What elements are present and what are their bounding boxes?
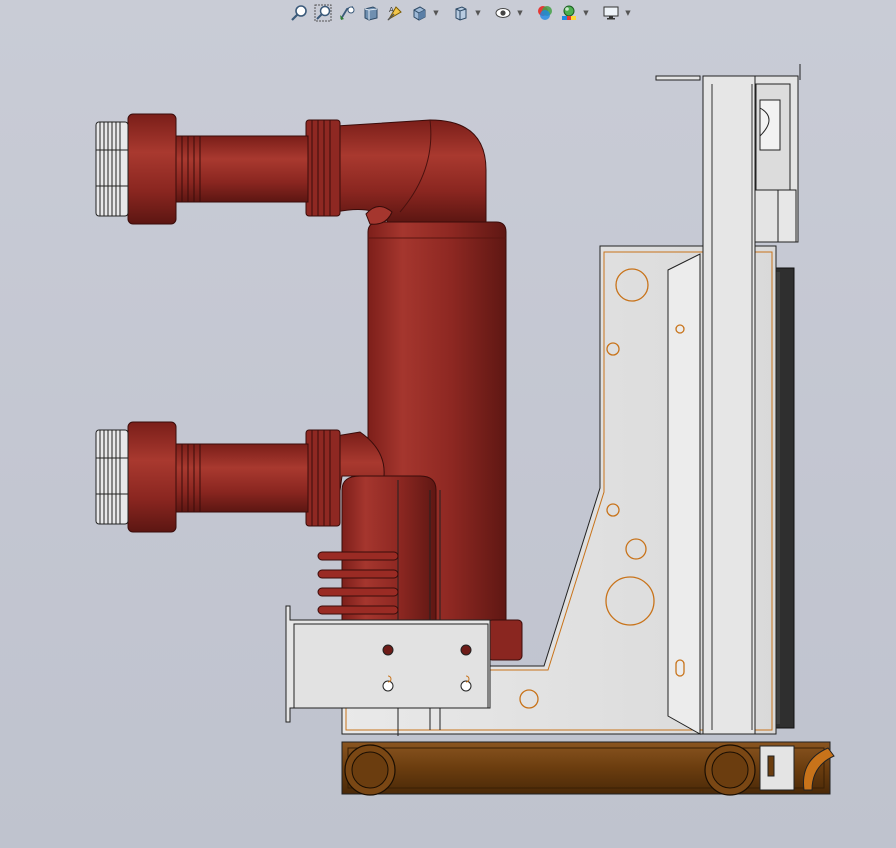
trolley-wheel-right <box>704 744 756 796</box>
model-viewport[interactable] <box>0 0 896 848</box>
view-settings-caret-icon[interactable]: ▼ <box>624 2 632 24</box>
display-style-caret-icon[interactable]: ▼ <box>474 2 482 24</box>
view-settings-icon[interactable] <box>600 2 622 24</box>
upper-contact-arm <box>95 113 487 225</box>
mounting-bracket <box>285 605 491 723</box>
hide-show-items-icon[interactable] <box>492 2 514 24</box>
display-style-icon[interactable] <box>450 2 472 24</box>
lower-contact-fingers <box>95 429 129 525</box>
view-orientation-caret-icon[interactable]: ▼ <box>432 2 440 24</box>
dynamic-annotation-icon[interactable]: A <box>384 2 406 24</box>
svg-text:A: A <box>389 6 394 14</box>
zoom-to-fit-icon[interactable] <box>288 2 310 24</box>
edit-appearance-icon[interactable] <box>534 2 556 24</box>
apply-scene-icon[interactable] <box>558 2 580 24</box>
section-view-icon[interactable] <box>360 2 382 24</box>
trolley-base <box>341 741 835 796</box>
view-orientation-icon[interactable] <box>408 2 430 24</box>
hide-show-items-caret-icon[interactable]: ▼ <box>516 2 524 24</box>
upper-contact-fingers <box>95 121 129 217</box>
trolley-wheel-left <box>344 744 396 796</box>
heads-up-view-toolbar: A ▼ ▼ ▼ ▼ ▼ <box>288 0 632 26</box>
zoom-to-area-icon[interactable] <box>312 2 334 24</box>
lower-contact-arm <box>95 421 385 533</box>
previous-view-icon[interactable] <box>336 2 358 24</box>
apply-scene-caret-icon[interactable]: ▼ <box>582 2 590 24</box>
